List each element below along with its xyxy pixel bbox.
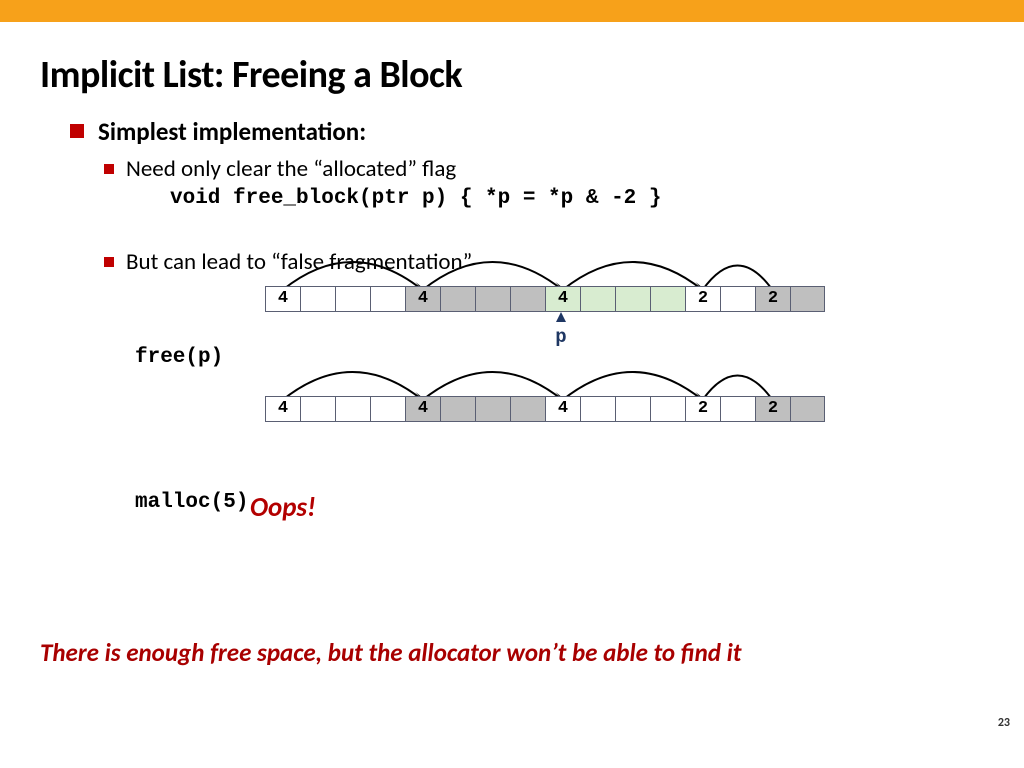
free-call-label: free(p) <box>135 346 223 369</box>
heap-cell: 2 <box>685 396 720 422</box>
heap-cell <box>790 396 825 422</box>
heap-cell: 4 <box>545 286 580 312</box>
heap-cell <box>580 286 615 312</box>
malloc-call-label: malloc(5) <box>135 491 248 514</box>
bullet-level1: Simplest implementation: <box>70 116 984 147</box>
heap-cell <box>615 396 650 422</box>
bullet-level2-1: Need only clear the “allocated” flag <box>104 155 984 183</box>
heap-cell <box>300 286 335 312</box>
heap-row-after: 4 4 4 2 2 <box>265 396 825 422</box>
heap-cell <box>475 286 510 312</box>
heap-cell: 4 <box>545 396 580 422</box>
heap-cell <box>510 396 545 422</box>
heap-cell <box>440 396 475 422</box>
heap-cell <box>650 396 685 422</box>
heap-cell: 4 <box>405 286 440 312</box>
code-snippet: void free_block(ptr p) { *p = *p & -2 } <box>170 187 984 210</box>
bottom-callout: There is enough free space, but the allo… <box>40 637 741 668</box>
heap-cell <box>370 396 405 422</box>
page-number: 23 <box>998 716 1010 730</box>
pointer-p: p <box>554 312 568 348</box>
accent-bar <box>0 0 1024 22</box>
heap-cell <box>510 286 545 312</box>
heap-cell <box>440 286 475 312</box>
heap-diagram: 44422 p free(p) 44422 malloc(5) Oops! <box>40 286 984 496</box>
heap-cell: 2 <box>755 396 790 422</box>
slide-body: Implicit List: Freeing a Block Simplest … <box>0 22 1024 738</box>
heap-cell <box>475 396 510 422</box>
heap-cell <box>335 286 370 312</box>
heap-cell: 4 <box>265 286 300 312</box>
heap-cell <box>615 286 650 312</box>
heap-cell: 2 <box>755 286 790 312</box>
heap-cell: 4 <box>265 396 300 422</box>
heap-cell: 4 <box>405 396 440 422</box>
heap-row-before: 4 4 4 2 2 <box>265 286 825 312</box>
heap-cell <box>720 286 755 312</box>
heap-cell <box>720 396 755 422</box>
oops-text: Oops! <box>250 491 316 524</box>
heap-cell <box>790 286 825 312</box>
heap-cell <box>650 286 685 312</box>
heap-cell <box>300 396 335 422</box>
heap-cell: 2 <box>685 286 720 312</box>
heap-cell <box>580 396 615 422</box>
heap-cell <box>335 396 370 422</box>
slide-title: Implicit List: Freeing a Block <box>40 52 984 98</box>
heap-cell <box>370 286 405 312</box>
pointer-label: p <box>555 326 566 348</box>
